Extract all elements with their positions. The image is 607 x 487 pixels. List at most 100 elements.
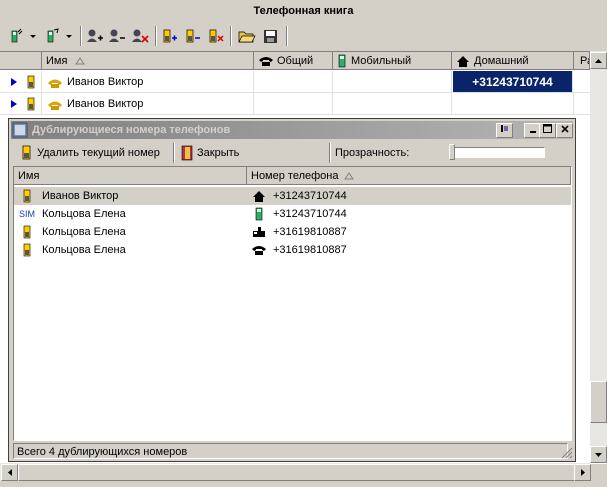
list-item[interactable]: SIM Кольцова Елена +31243710744 xyxy=(14,205,571,223)
common-cell[interactable] xyxy=(254,93,333,114)
sort-asc-icon xyxy=(75,56,86,64)
mobile-phone-icon xyxy=(27,97,35,110)
fax-icon xyxy=(253,227,265,237)
phone-add-icon xyxy=(11,28,36,43)
delete-person-button[interactable] xyxy=(129,26,151,46)
door-exit-icon xyxy=(181,145,193,161)
header-label: Имя xyxy=(18,169,40,182)
phone-edit-icon xyxy=(47,28,72,43)
battery-delete-icon xyxy=(209,29,224,43)
common-cell[interactable] xyxy=(254,71,333,92)
pin-icon xyxy=(501,125,508,132)
remove-person-button[interactable] xyxy=(107,26,127,46)
open-button[interactable] xyxy=(236,26,258,46)
toolbar-separator xyxy=(155,26,157,46)
status-text: Всего 4 дублирующихся номеров xyxy=(17,446,188,458)
slider-thumb[interactable] xyxy=(449,144,455,160)
header-label: Общий xyxy=(277,54,314,67)
toolbar-separator xyxy=(173,143,175,163)
save-button[interactable] xyxy=(260,26,282,46)
toolbar-separator xyxy=(329,143,331,163)
type-cell xyxy=(251,241,267,259)
minimize-icon xyxy=(529,131,536,133)
scroll-left-button[interactable] xyxy=(1,464,18,481)
transparency-slider[interactable] xyxy=(449,144,545,160)
close-window-button[interactable] xyxy=(556,123,573,138)
phone-icon xyxy=(252,246,266,255)
type-cell xyxy=(254,205,264,223)
table-row[interactable]: Иванов Виктор xyxy=(0,93,590,115)
arrow-down-icon xyxy=(595,452,602,457)
close-button[interactable]: Закрыть xyxy=(179,143,239,163)
list-item[interactable]: Кольцова Елена +31619810887 xyxy=(14,223,571,241)
person-delete-icon xyxy=(132,29,149,43)
phone-icon xyxy=(259,56,273,66)
cell-text: Иванов Виктор xyxy=(67,75,144,88)
mobile-cell[interactable] xyxy=(333,93,452,114)
close-icon xyxy=(560,125,569,133)
scroll-thumb[interactable] xyxy=(590,381,607,423)
label-text: Прозрачность: xyxy=(335,147,410,159)
home-cell-selected[interactable]: +31243710744 xyxy=(453,71,573,92)
mobile-icon xyxy=(255,207,263,221)
header-label: Имя xyxy=(46,54,68,67)
arrow-up-icon xyxy=(595,58,602,63)
type-cell xyxy=(252,223,266,241)
dialog-titlebar[interactable]: Дублирующиеся номера телефонов xyxy=(11,121,573,139)
add-contact-button[interactable] xyxy=(6,26,40,46)
remove-number-button[interactable] xyxy=(183,26,203,46)
name-cell[interactable]: Иванов Виктор xyxy=(42,71,254,92)
list-header-name[interactable]: Имя xyxy=(14,167,247,185)
delete-current-number-button[interactable]: Удалить текущий номер xyxy=(19,143,160,163)
grid-header-name[interactable]: Имя xyxy=(42,52,254,70)
add-person-button[interactable] xyxy=(85,26,105,46)
type-cell xyxy=(252,187,266,205)
header-label: Мобильный xyxy=(351,54,412,67)
arrow-left-icon xyxy=(7,469,12,476)
number-cell: +31243710744 xyxy=(273,208,347,220)
scroll-up-button[interactable] xyxy=(590,52,607,69)
cell-text: +31243710744 xyxy=(472,74,553,89)
add-number-button[interactable] xyxy=(160,26,180,46)
duplicates-list: Имя Номер телефона Иванов Виктор +312437… xyxy=(13,166,572,441)
home-cell[interactable] xyxy=(452,93,574,114)
delete-number-button[interactable] xyxy=(206,26,226,46)
resize-grip-icon[interactable] xyxy=(561,447,573,459)
home-icon xyxy=(253,191,265,202)
list-item[interactable]: Иванов Виктор +31243710744 xyxy=(14,187,571,205)
sort-asc-icon xyxy=(344,171,355,179)
mobile-cell[interactable] xyxy=(333,71,452,92)
source-cell xyxy=(22,187,32,205)
toolbar-separator xyxy=(286,26,288,46)
scroll-thumb-horizontal[interactable] xyxy=(18,464,577,481)
pin-button[interactable] xyxy=(496,123,513,138)
grid-header-home[interactable]: Домашний xyxy=(452,52,574,70)
battery-remove-icon xyxy=(186,29,200,43)
slider-track xyxy=(449,147,545,158)
arrow-right-icon xyxy=(580,469,585,476)
horizontal-scrollbar[interactable] xyxy=(0,463,591,481)
name-cell: Кольцова Елена xyxy=(42,208,126,220)
name-cell[interactable]: Иванов Виктор xyxy=(42,93,254,114)
battery-add-icon xyxy=(163,29,177,43)
grid-header-work[interactable]: Ра xyxy=(574,52,590,70)
table-row[interactable]: Иванов Виктор +31243710744 xyxy=(0,71,590,93)
edit-contact-button[interactable] xyxy=(42,26,76,46)
mobile-phone-icon xyxy=(23,243,31,257)
scroll-down-button[interactable] xyxy=(590,446,607,463)
person-add-icon xyxy=(87,29,103,42)
transparency-label: Прозрачность: xyxy=(335,143,409,163)
list-item[interactable]: Кольцова Елена +31619810887 xyxy=(14,241,571,259)
number-cell: +31619810887 xyxy=(273,244,347,256)
row-arrow-icon xyxy=(11,99,17,108)
grid-header-mobile[interactable]: Мобильный xyxy=(333,52,452,70)
button-label: Удалить текущий номер xyxy=(37,147,160,159)
vertical-scrollbar[interactable] xyxy=(590,51,607,463)
scroll-right-button[interactable] xyxy=(574,464,591,481)
grid-header-common[interactable]: Общий xyxy=(254,52,333,70)
contact-icon xyxy=(48,79,62,88)
maximize-button[interactable] xyxy=(539,123,556,138)
dialog-title: Дублирующиеся номера телефонов xyxy=(32,124,231,136)
delete-number-icon xyxy=(22,145,31,160)
list-header-number[interactable]: Номер телефона xyxy=(247,167,571,185)
